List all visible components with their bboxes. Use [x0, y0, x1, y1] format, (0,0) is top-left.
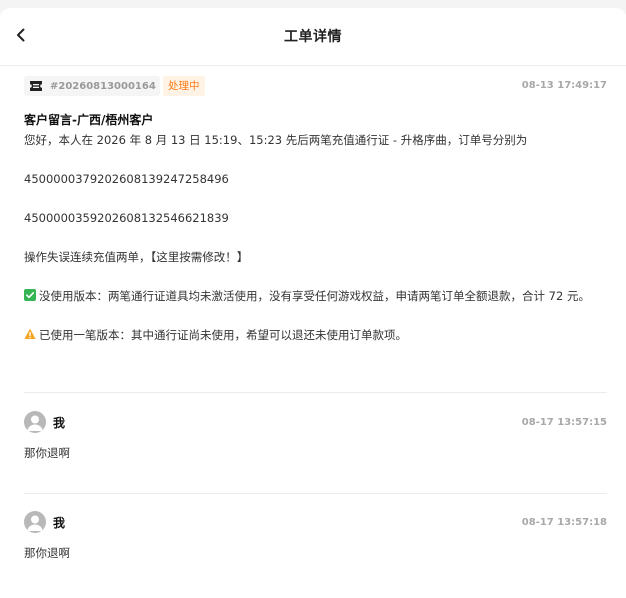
reply-header: 我 08-17 13:57:15 — [24, 411, 607, 435]
message-paragraph: 您好，本人在 2026 年 8 月 13 日 15:19、15:23 先后两笔充… — [24, 133, 528, 147]
ticket-number-tag: #20260813000164 — [24, 76, 160, 96]
option-unused-text: 没使用版本：两笔通行证道具均未激活使用，没有享受任何游戏权益，申请两笔订单全额退… — [39, 289, 590, 303]
reply-author: 我 — [53, 516, 66, 530]
ticket-meta-row: #20260813000164 处理中 08-13 17:49:17 — [24, 76, 607, 98]
warning-icon — [24, 328, 36, 339]
ticket-time: 08-13 17:49:17 — [521, 80, 607, 91]
divider — [24, 392, 607, 393]
user-icon — [27, 415, 43, 431]
status-badge: 处理中 — [163, 76, 205, 96]
reply-item: 我 08-17 13:57:15 那你退啊 — [24, 411, 607, 461]
option-used-text: 已使用一笔版本：其中通行证尚未使用，希望可以退还未使用订单款项。 — [39, 328, 407, 342]
header-bar: 工单详情 — [0, 8, 626, 66]
message-title: 客户留言-广西/梧州客户 — [24, 113, 154, 127]
reply-item: 我 08-17 13:57:18 那你退啊 — [24, 511, 607, 561]
divider — [24, 493, 607, 494]
option-used: 已使用一笔版本：其中通行证尚未使用，希望可以退还未使用订单款项。 — [24, 326, 607, 345]
order-number-2: 4500000359202608132546621839 — [24, 211, 229, 225]
reply-time: 08-17 13:57:15 — [521, 417, 607, 428]
ticket-number: #20260813000164 — [50, 80, 156, 92]
option-unused: 没使用版本：两笔通行证道具均未激活使用，没有享受任何游戏权益，申请两笔订单全额退… — [24, 287, 607, 306]
reply-author: 我 — [53, 416, 66, 430]
check-box-icon — [24, 289, 36, 301]
reply-text: 那你退啊 — [24, 546, 70, 560]
user-icon — [27, 515, 43, 531]
reply-text: 那你退啊 — [24, 446, 70, 460]
ticket-detail-card: 工单详情 #20260813000164 处理中 08-13 17:49:17 … — [0, 8, 626, 598]
message-paragraph: 操作失误连续充值两单，【这里按需修改！】 — [24, 250, 249, 264]
reply-header: 我 08-17 13:57:18 — [24, 511, 607, 535]
reply-time: 08-17 13:57:18 — [521, 517, 607, 528]
ticket-message: #20260813000164 处理中 08-13 17:49:17 客户留言-… — [24, 76, 607, 345]
avatar — [24, 511, 46, 533]
ticket-icon — [28, 78, 44, 94]
page-title: 工单详情 — [284, 29, 342, 45]
order-number-1: 4500000379202608139247258496 — [24, 172, 229, 186]
avatar — [24, 411, 46, 433]
